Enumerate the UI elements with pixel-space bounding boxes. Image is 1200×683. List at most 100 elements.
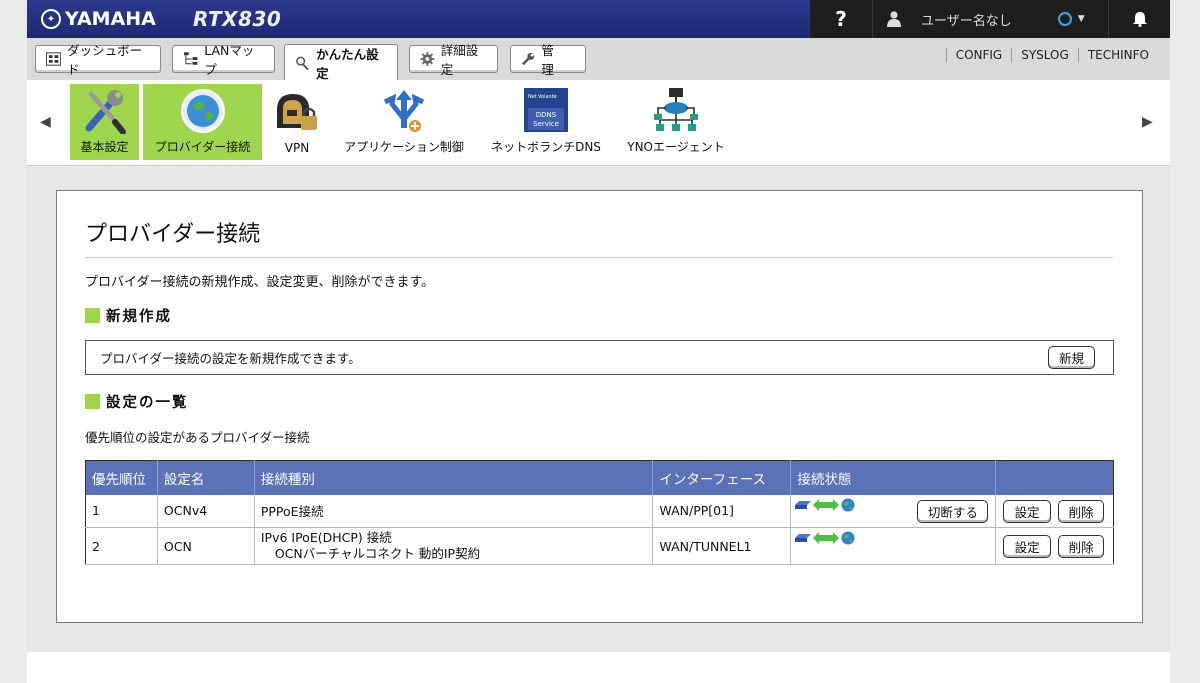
syslog-link[interactable]: SYSLOG [1011,48,1078,62]
app-netvolante-dns[interactable]: Net Volante DDNS Service ネットボランチDNS [486,84,606,160]
internet-globe-icon [841,498,855,511]
app-label: プロバイダー接続 [154,140,251,154]
top-bar: ✦ YAMAHA RTX830 ? ユーザー名なし ▼ [27,0,1170,38]
ddns-icon-text-volante: Volante [538,94,557,100]
ddns-icon-text-ddns: DDNS [536,111,557,119]
delete-button[interactable]: 削除 [1058,499,1105,523]
notification-bell-button[interactable] [1108,0,1170,38]
footer-band [27,652,1170,683]
cell-actions: 設定 削除 [995,494,1114,528]
logo-text: YAMAHA [65,8,156,30]
ddns-icon: Net Volante DDNS Service [524,88,568,132]
app-label: アプリケーション制御 [344,140,464,154]
globe-icon [180,89,225,133]
user-name: ユーザー名なし [921,13,1012,29]
disconnect-button[interactable]: 切断する [917,499,989,523]
green-square-icon [85,394,100,409]
section-heading-text: 新規作成 [106,309,172,325]
cell-type: IPv6 IPoE(DHCP) 接続 OCNバーチャルコネクト 動的IP契約 [253,527,653,565]
tab-lan-map[interactable]: LANマップ [172,43,275,77]
cell-interface: WAN/TUNNEL1 [652,527,791,565]
techinfo-link[interactable]: TECHINFO [1077,48,1158,62]
cell-priority: 2 [85,527,158,565]
tab-label: LANマップ [204,43,255,77]
cell-actions: 設定 削除 [995,527,1114,565]
network-icon [654,88,698,131]
edit-button[interactable]: 設定 [1003,535,1052,558]
setup-icon-strip: ◀ 基本設定 プロバイダー接続 VPN アプリケーション制御 Net Volan… [27,80,1170,166]
tab-easy-setup[interactable]: かんたん設定 [284,44,398,81]
left-margin [0,0,27,683]
cell-name: OCNv4 [156,494,255,528]
tuning-fork-icon: ✦ [41,9,61,29]
right-margin [1170,0,1200,683]
edit-button[interactable]: 設定 [1003,499,1052,523]
provider-connection-panel: プロバイダー接続 プロバイダー接続の新規作成、設定変更、削除ができます。 新規作… [56,190,1143,623]
chevron-down-icon: ▼ [1077,14,1085,24]
user-menu[interactable]: ユーザー名なし ▼ [872,0,1108,38]
app-label: VPN [284,141,310,155]
config-link[interactable]: CONFIG [945,48,1012,62]
connected-arrow-icon [813,498,840,511]
provider-table: 優先順位 設定名 接続種別 インターフェース 接続状態 1 OCNv4 PPPo… [85,460,1114,565]
header-status: 接続状態 [790,460,996,495]
app-label: 基本設定 [80,140,129,154]
gear-icon [420,52,435,66]
redacted-area [841,546,898,559]
tab-label: 詳細設定 [440,43,479,77]
app-yno-agent[interactable]: YNOエージェント [620,84,732,160]
ddns-icon-text-net: Net [528,94,537,100]
app-frame: ✦ YAMAHA RTX830 ? ユーザー名なし ▼ ダッシュボード LANマ… [27,0,1170,683]
wand-icon [296,56,309,70]
connection-status-icon [795,531,855,545]
router-icon [795,534,812,542]
tools-icon [85,90,126,134]
model-name: RTX830 [193,7,282,31]
bell-icon [1132,12,1147,27]
new-connection-box: プロバイダー接続の設定を新規作成できます。 [85,340,1114,375]
cell-interface: WAN/PP[01] [652,494,791,528]
app-vpn[interactable]: VPN [272,84,322,160]
top-right-controls: ? ユーザー名なし ▼ [810,0,1170,38]
help-button[interactable]: ? [810,0,872,38]
green-square-icon [85,308,100,323]
connected-arrow-icon [813,532,840,544]
lan-map-icon [183,52,198,65]
main-tab-bar: ダッシュボード LANマップ かんたん設定 詳細設定 管 理 CONFIG SY… [27,38,1170,81]
tab-label: ダッシュボード [67,43,143,77]
delete-button[interactable]: 削除 [1058,535,1105,558]
app-basic-settings[interactable]: 基本設定 [70,84,139,160]
ddns-icon-text-service: Service [533,120,559,128]
connection-status-icon [795,498,855,512]
app-provider-connection[interactable]: プロバイダー接続 [143,84,262,160]
app-control-icon [383,90,425,132]
cell-name: OCN [156,527,255,565]
new-button[interactable]: 新規 [1048,346,1095,369]
tab-dashboard[interactable]: ダッシュボード [35,43,161,77]
status-ring-icon [1057,12,1072,26]
table-row: 2 OCN IPv6 IPoE(DHCP) 接続 OCNバーチャルコネクト 動的… [85,527,1114,565]
tab-label: かんたん設定 [316,47,379,81]
cell-status: 切断する [790,494,996,528]
tab-advanced-settings[interactable]: 詳細設定 [409,43,498,77]
tab-management[interactable]: 管 理 [510,43,586,77]
router-icon [795,500,812,509]
list-note: 優先順位の設定があるプロバイダー接続 [85,430,310,445]
title-divider [85,257,1113,258]
header-priority: 優先順位 [85,460,158,495]
header-actions [995,460,1114,495]
app-label: YNOエージェント [627,140,725,154]
scroll-left-arrow-icon[interactable]: ◀ [40,114,51,130]
cell-type: PPPoE接続 [253,494,653,528]
user-icon [887,11,901,27]
internet-globe-icon [841,531,855,545]
table-header-row: 優先順位 設定名 接続種別 インターフェース 接続状態 [85,460,1114,495]
type-main: IPv6 IPoE(DHCP) 接続 [260,530,392,545]
page-title: プロバイダー接続 [85,222,261,247]
app-application-control[interactable]: アプリケーション制御 [339,84,469,160]
page-description: プロバイダー接続の新規作成、設定変更、削除ができます。 [85,275,435,290]
scroll-right-arrow-icon[interactable]: ▶ [1142,114,1153,130]
section-heading-text: 設定の一覧 [106,395,189,411]
new-connection-text: プロバイダー接続の設定を新規作成できます。 [100,351,361,366]
top-links: CONFIG SYSLOG TECHINFO [945,48,1158,62]
